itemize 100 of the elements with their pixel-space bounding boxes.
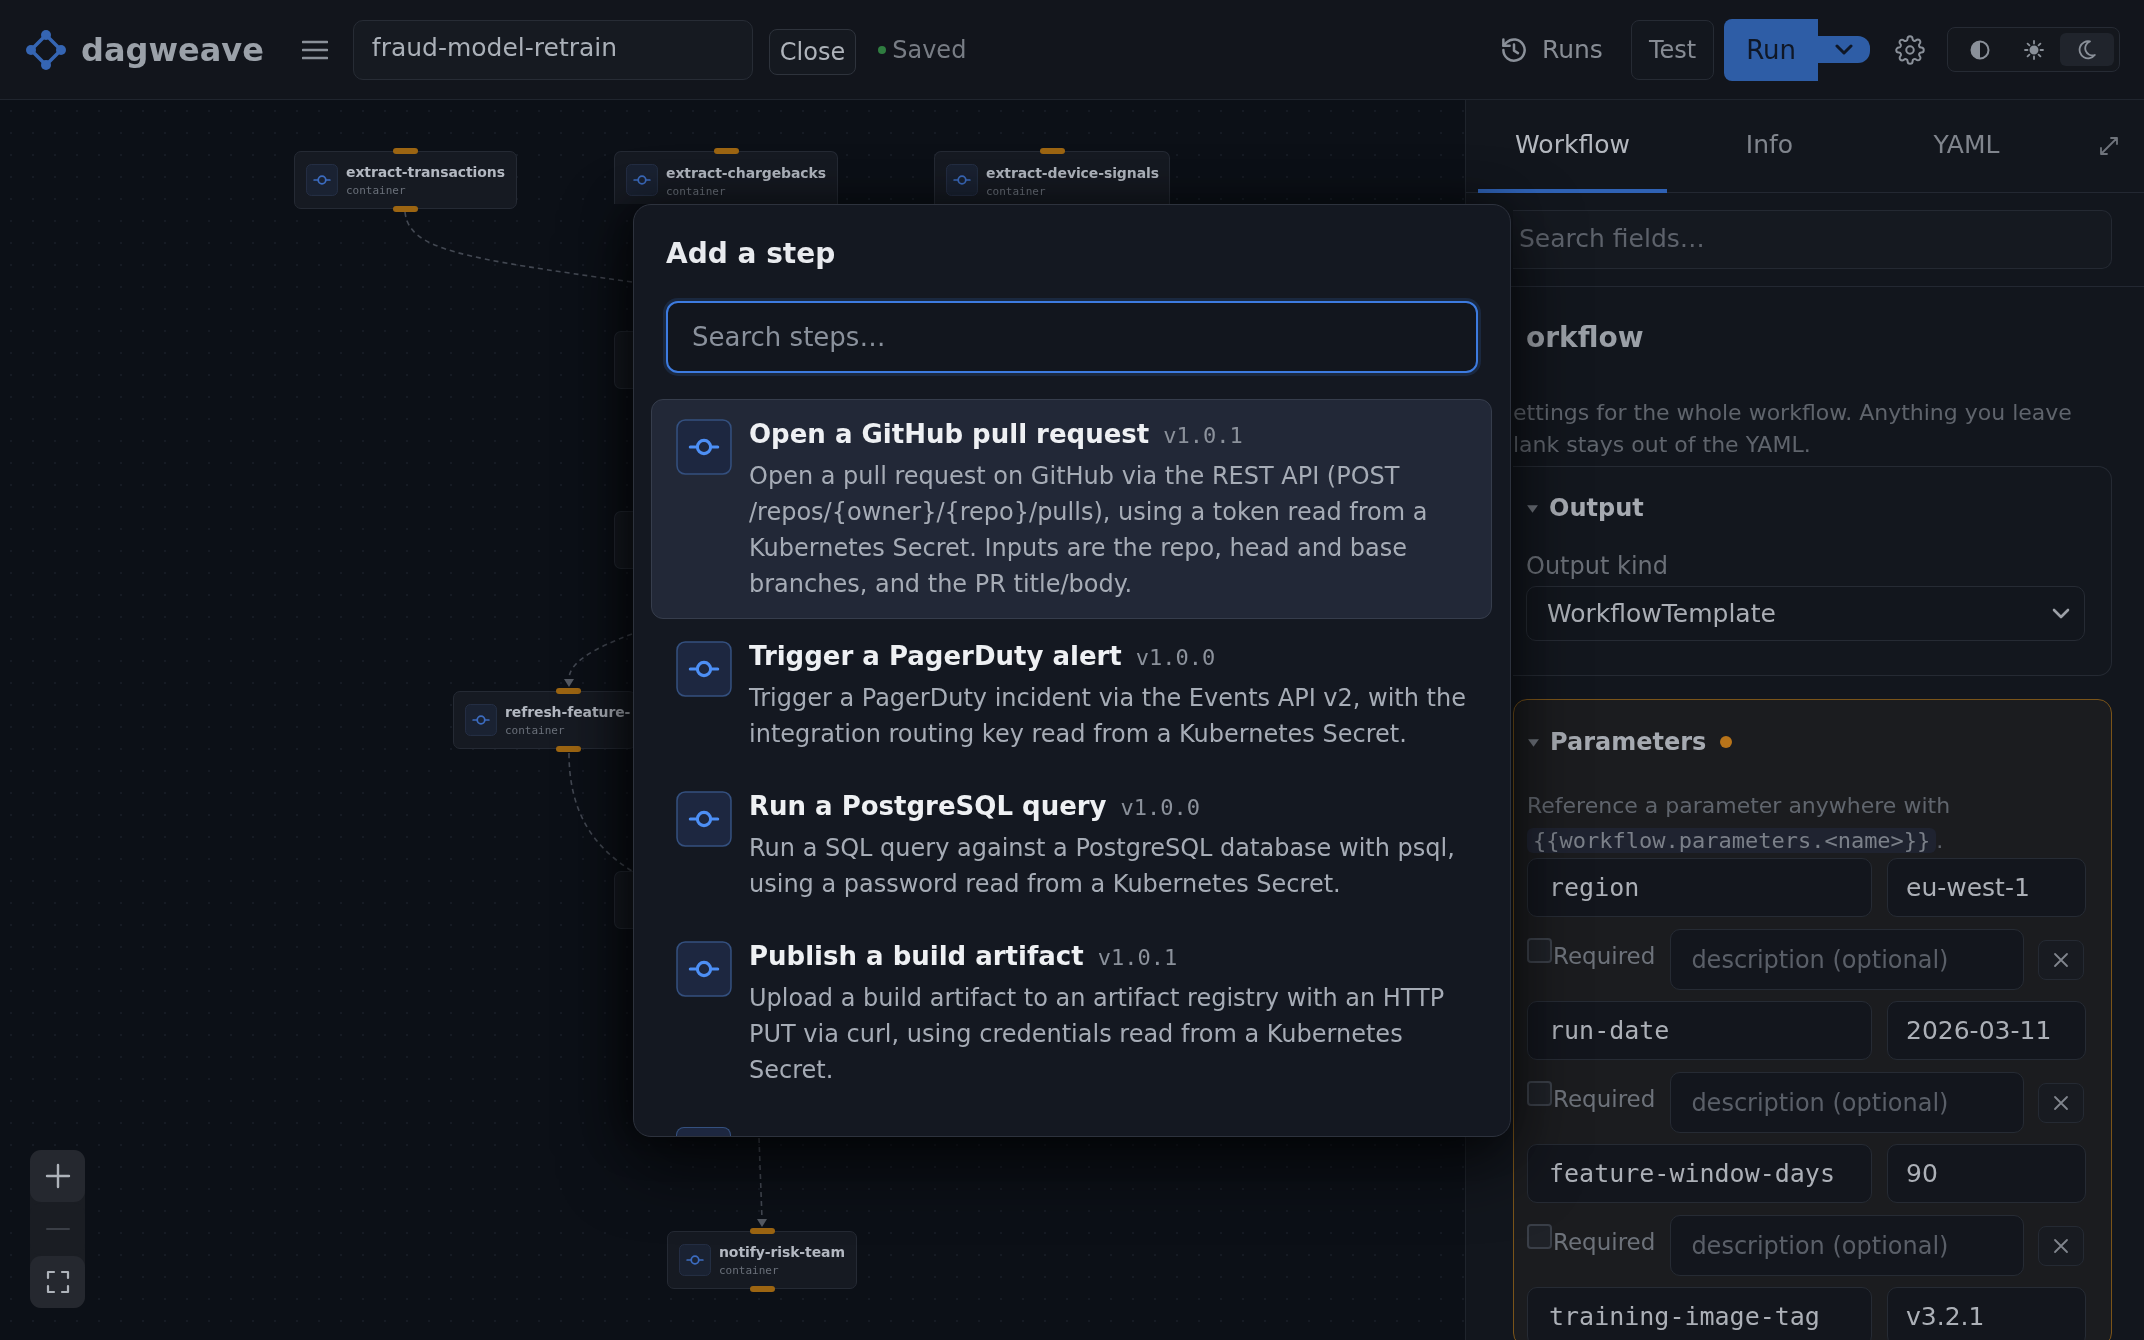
commit-icon [679,1244,711,1276]
section-toggle[interactable]: Output [1526,492,1644,524]
run-menu-button[interactable] [1818,36,1870,63]
section-heading: orkflow [1526,320,1645,356]
port-handle[interactable] [393,206,418,212]
param-value-field[interactable]: 2026-03-11 [1887,1001,2086,1060]
port-handle[interactable] [713,148,739,154]
theme-option[interactable] [2060,33,2114,66]
save-status: Saved [892,35,967,64]
expand-button[interactable] [2100,137,2118,155]
step-option[interactable]: Run a PostgreSQL query v1.0.0 Run a SQL query against a PostgreSQL database with psql, using a password read from a Kubernetes Secret. [651,771,1492,919]
contrast-icon [1969,39,1990,60]
menu-icon [301,39,328,60]
node-name: extract-transactions [346,162,505,181]
dialog-title: Add a step [666,236,837,272]
field-label: Output kind [1526,551,1669,581]
port-handle[interactable] [393,148,418,154]
output-kind-select[interactable]: WorkflowTemplate [1526,586,2085,641]
node-name: extract-device-signals [986,164,1159,182]
edge-connector [564,633,633,687]
zoom-in-button[interactable] [30,1150,85,1202]
remove-button[interactable] [2038,1082,2085,1123]
panel-tab[interactable]: Workflow [1478,100,1667,193]
close-icon [2053,1237,2070,1254]
section-toggle[interactable]: Parameters [1527,726,1707,758]
port-handle[interactable] [1039,148,1065,154]
step-version: v1.0.1 [1163,422,1243,450]
section-description: ettings for the whole workflow. Anything you leave lank stays out of the YAML. [1513,399,2073,459]
commit-icon [946,164,978,196]
commit-icon [676,641,732,697]
param-name-field[interactable]: feature-window-days [1527,1144,1872,1203]
description-field[interactable]: description (optional) [1670,1072,2025,1133]
fit-view-button[interactable] [30,1256,85,1308]
step-node[interactable]: extract-transactions container [294,151,517,209]
node-type: container [986,185,1047,199]
step-search-field[interactable]: Search steps… [666,301,1478,373]
node-type: container [666,185,727,199]
step-version: v1.0.1 [1097,944,1178,972]
step-option[interactable] [651,399,1492,619]
field-search-field[interactable]: Search fields… [1513,210,2112,269]
runs-button[interactable]: Runs [1498,34,1603,65]
commit-icon [465,704,497,736]
required-checkbox[interactable] [1527,938,1552,963]
plus-icon [44,1163,71,1189]
step-description: Upload a build artifact to an artifact registry with an HTTP PUT via curl, using credentials read from a Kubernetes Secret. [749,983,1446,1086]
minus-icon [44,1227,71,1231]
required-label: Required [1553,1085,1656,1112]
close-icon [2053,1094,2070,1111]
node-name: notify-risk-team [719,1242,845,1261]
port-handle[interactable] [749,1286,775,1292]
help-text: Reference a parameter anywhere with {{workflow.parameters.<name>}} . [1527,792,1952,855]
expand-icon [2100,137,2118,155]
port-handle[interactable] [555,746,581,752]
step-node[interactable]: extract-chargebacks container [614,151,838,204]
remove-button[interactable] [2038,939,2085,980]
step-node[interactable]: notify-risk-team container [667,1231,857,1289]
required-checkbox[interactable] [1527,1081,1552,1106]
step-option[interactable]: Trigger a PagerDuty alert v1.0.0 Trigger a PagerDuty incident via the Events API v2, with the integration routing key read from a Kubernetes Secret. [651,621,1492,769]
settings-button[interactable] [1895,34,1925,65]
param-name-field[interactable]: region [1527,858,1872,917]
required-label: Required [1553,1228,1656,1255]
node-type: container [505,723,566,738]
workflow-name-field[interactable]: fraud-model-retrain [352,19,753,80]
step-title: Trigger a PagerDuty alert [749,640,1122,673]
chevron-down-icon [1835,43,1853,56]
node-name: extract-chargebacks [666,164,827,182]
param-name-field[interactable]: run-date [1527,1001,1872,1060]
param-value-field[interactable]: 90 [1887,1144,2086,1203]
remove-button[interactable] [2038,1225,2085,1266]
panel-tab[interactable]: Info [1675,100,1864,193]
description-field[interactable]: description (optional) [1670,1215,2025,1276]
param-name-field[interactable]: training-image-tag [1527,1287,1872,1340]
step-node[interactable]: extract-device-signals container [934,151,1170,204]
port-handle[interactable] [555,688,581,694]
panel-tab[interactable]: YAML [1872,100,2061,193]
diamond-logo-icon [25,28,67,71]
node-type: container [346,183,407,198]
step-description: Trigger a PagerDuty incident via the Events API v2, with the integration routing key read from a Kubernetes Secret. [749,683,1467,750]
step-node[interactable]: refresh-feature- container [453,691,636,749]
step-node[interactable] [614,871,633,929]
commit-icon [306,164,338,196]
required-checkbox[interactable] [1527,1224,1552,1249]
close-button[interactable]: Close [768,28,857,75]
step-option[interactable]: Publish a build artifact v1.0.1 Upload a build artifact to an artifact registry with an HTTP PUT via curl, using credentials read from a Kubernetes Secret. [651,921,1492,1105]
chevron-down-icon [2052,607,2070,620]
corners-icon [45,1270,70,1294]
port-handle[interactable] [749,1228,775,1234]
step-description: Open a pull request on GitHub via the REST API (POST /repos/{owner}/{repo}/pulls), using a token read from a Kubernetes Secret. Inputs are the repo, head and base branches, and the PR title/body. [749,461,1429,600]
moon-icon [2078,39,2097,60]
test-button[interactable]: Test [1630,19,1715,80]
step-version: v1.0.0 [1135,644,1216,672]
node-type: container [719,1263,780,1278]
required-label: Required [1553,942,1656,969]
close-icon [2053,951,2070,968]
step-node[interactable] [614,331,633,389]
param-value-field[interactable]: v3.2.1 [1887,1287,2086,1340]
menu-button[interactable] [301,39,328,60]
step-node[interactable] [614,511,633,569]
param-value-field[interactable]: eu-west-1 [1887,858,2086,917]
description-field[interactable]: description (optional) [1670,929,2025,990]
